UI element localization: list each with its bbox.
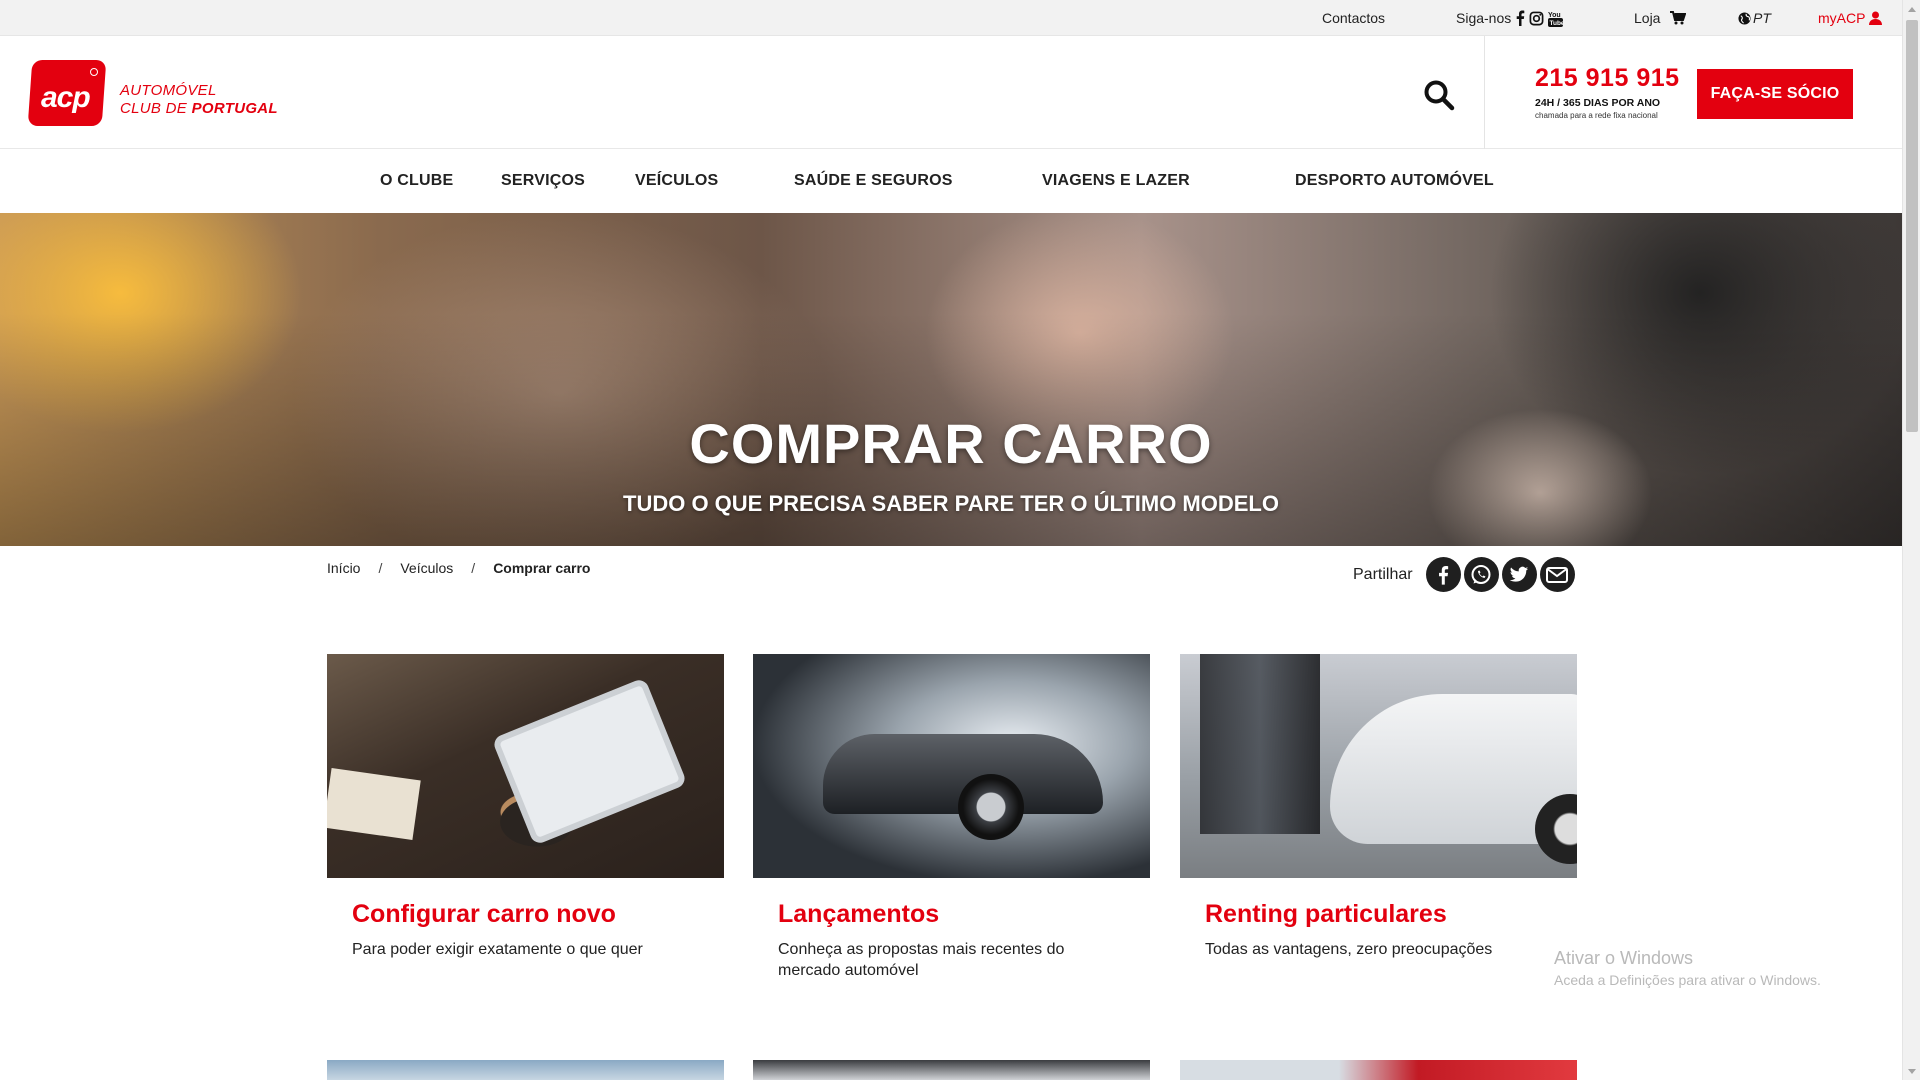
hero-banner: COMPRAR CARRO TUDO O QUE PRECISA SABER P… — [0, 213, 1902, 546]
scroll-down-arrow-icon[interactable] — [1903, 1062, 1920, 1080]
facebook-icon — [1439, 565, 1449, 585]
card-description: Conheça as propostas mais recentes do me… — [778, 941, 1065, 979]
top-utility-bar: Contactos Siga-nos You Tube Loja PT myACP — [0, 0, 1902, 36]
share-email-button[interactable] — [1539, 557, 1575, 592]
share-whatsapp-button[interactable] — [1463, 557, 1499, 592]
wheel-shape — [958, 774, 1024, 840]
store-link[interactable]: Loja — [1634, 0, 1687, 36]
card-image-new-car — [753, 654, 1150, 878]
breadcrumb-separator: / — [471, 560, 476, 576]
card-image-rental-cars — [1180, 654, 1577, 878]
vertical-scrollbar[interactable] — [1902, 0, 1920, 1080]
facebook-icon[interactable] — [1515, 10, 1525, 26]
card-image-partial[interactable] — [753, 1060, 1150, 1080]
page-title: COMPRAR CARRO — [689, 412, 1213, 475]
nav-item-saude-seguros[interactable]: SAÚDE E SEGUROS — [794, 149, 953, 213]
language-selector[interactable]: PT — [1738, 0, 1771, 36]
helpline-availability: 24H / 365 DIAS POR ANO — [1535, 97, 1661, 109]
become-member-button[interactable]: FAÇA-SE SÓCIO — [1697, 69, 1853, 119]
contacts-link[interactable]: Contactos — [1322, 0, 1385, 36]
card-title: Renting particulares — [1205, 900, 1447, 928]
search-button[interactable] — [1420, 76, 1458, 114]
svg-text:You: You — [1548, 12, 1561, 19]
instagram-icon[interactable] — [1529, 11, 1544, 26]
tablet-shape — [491, 677, 688, 846]
helpline-phone[interactable]: 215 915 915 — [1535, 64, 1680, 93]
breadcrumb-separator: / — [378, 560, 383, 576]
card-image-partial[interactable] — [327, 1060, 724, 1080]
globe-icon — [1738, 11, 1751, 25]
card-image-partial[interactable] — [1180, 1060, 1577, 1080]
nav-item-servicos[interactable]: SERVIÇOS — [501, 149, 585, 213]
search-icon — [1424, 80, 1455, 111]
card-title: Configurar carro novo — [352, 900, 616, 928]
card-lancamentos[interactable]: Lançamentos Conheça as propostas mais re… — [753, 654, 1150, 979]
people-shape — [1200, 654, 1320, 834]
twitter-icon — [1509, 566, 1529, 582]
brand-line-2: CLUB DE PORTUGAL — [120, 100, 278, 118]
header-divider — [1484, 36, 1485, 149]
cart-icon — [1670, 11, 1687, 25]
card-description: Para poder exigir exatamente o que quer — [352, 941, 643, 958]
logo-brand-name: AUTOMÓVEL CLUB DE PORTUGAL — [120, 82, 278, 118]
registered-mark-icon — [90, 68, 98, 76]
card-description: Todas as vantagens, zero preocupações — [1205, 941, 1493, 958]
share-bar: Partilhar — [1353, 557, 1575, 592]
share-facebook-button[interactable] — [1425, 557, 1461, 592]
share-label: Partilhar — [1353, 565, 1413, 583]
scrollbar-thumb[interactable] — [1906, 20, 1918, 432]
myacp-link[interactable]: myACP — [1818, 0, 1883, 36]
windows-watermark-title: Ativar o Windows — [1554, 948, 1694, 968]
follow-us-label: Siga-nos — [1456, 10, 1512, 26]
breadcrumb-home[interactable]: Início — [327, 560, 360, 576]
whatsapp-icon — [1471, 564, 1491, 584]
card-title: Lançamentos — [778, 900, 940, 928]
brand-line-2b: PORTUGAL — [191, 100, 278, 117]
logo-acp-text: acp — [41, 81, 91, 114]
helpline-note: chamada para a rede fixa nacional — [1535, 111, 1658, 120]
share-twitter-button[interactable] — [1501, 557, 1537, 592]
email-icon — [1546, 566, 1569, 583]
nav-item-o-clube[interactable]: O CLUBE — [380, 149, 453, 213]
language-label: PT — [1753, 10, 1771, 26]
card-image-tablet-configurator — [327, 654, 724, 878]
youtube-icon[interactable]: You Tube — [1548, 10, 1564, 27]
card-configurar-carro-novo[interactable]: Configurar carro novo Para poder exigir … — [327, 654, 724, 958]
brand-line-1: AUTOMÓVEL — [120, 82, 217, 99]
card-renting-particulares[interactable]: Renting particulares Todas as vantagens,… — [1180, 654, 1577, 958]
site-header: acp AUTOMÓVEL CLUB DE PORTUGAL 215 915 9… — [0, 36, 1902, 149]
scroll-up-arrow-icon[interactable] — [1903, 0, 1920, 18]
svg-text:Tube: Tube — [1550, 20, 1564, 27]
follow-us: Siga-nos You Tube — [1456, 0, 1564, 36]
store-label: Loja — [1634, 10, 1661, 26]
nav-item-desporto-automovel[interactable]: DESPORTO AUTOMÓVEL — [1295, 149, 1494, 213]
page-subtitle: TUDO O QUE PRECISA SABER PARE TER O ÚLTI… — [623, 491, 1279, 516]
nav-item-veiculos[interactable]: VEÍCULOS — [635, 149, 718, 213]
main-navigation: O CLUBE SERVIÇOS VEÍCULOS SAÚDE E SEGURO… — [0, 149, 1902, 213]
breadcrumb-veiculos[interactable]: Veículos — [400, 560, 453, 576]
user-icon — [1869, 11, 1883, 25]
book-shape — [327, 768, 421, 840]
nav-item-viagens-lazer[interactable]: VIAGENS E LAZER — [1042, 149, 1190, 213]
windows-watermark-subtitle: Aceda a Definições para ativar o Windows… — [1554, 972, 1821, 988]
brand-line-2a: CLUB DE — [120, 100, 192, 117]
breadcrumb: Início / Veículos / Comprar carro — [327, 560, 590, 576]
breadcrumb-current: Comprar carro — [493, 560, 591, 576]
myacp-label: myACP — [1818, 10, 1866, 26]
